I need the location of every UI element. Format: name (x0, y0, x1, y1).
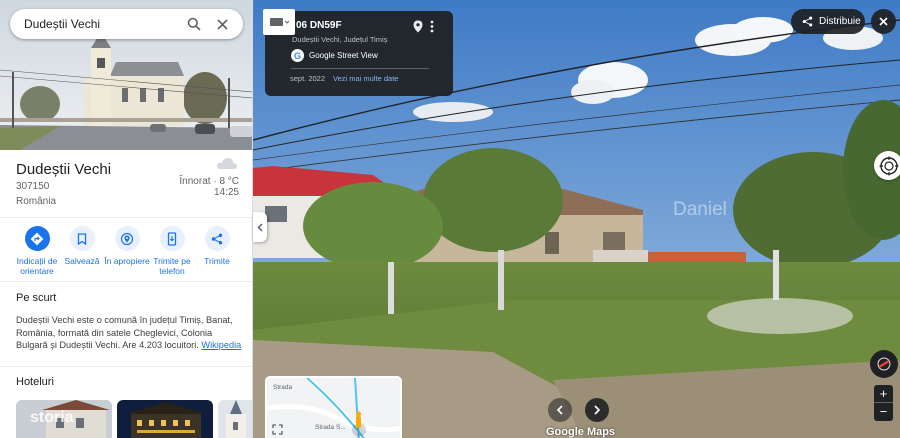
zoom-controls: + − (874, 385, 893, 421)
chevron-right-icon (594, 405, 601, 415)
keyboard-icon (270, 18, 289, 26)
action-bar: Indicații de orientare Salvează În aprop… (0, 217, 252, 282)
compass-button[interactable] (874, 151, 900, 180)
weather-condition: Înnorat (179, 176, 211, 187)
more-options-icon[interactable] (430, 20, 434, 36)
pegman-button[interactable] (870, 350, 898, 378)
share-place-button[interactable]: Trimite (191, 226, 243, 266)
previous-image-button[interactable] (548, 398, 572, 422)
hotels-section: Hoteluri storia (0, 367, 252, 438)
next-image-button[interactable] (585, 398, 609, 422)
hotel-card[interactable] (117, 400, 213, 438)
phone-icon (159, 226, 185, 251)
hotels-heading: Hoteluri (16, 376, 54, 388)
hotel-card[interactable]: storia (16, 400, 112, 438)
weather-info: Înnorat · 8 °C 14:25 (179, 176, 239, 198)
close-icon[interactable] (213, 15, 231, 33)
compass-icon (879, 156, 898, 175)
search-input[interactable] (24, 17, 174, 31)
overview-text: Dudeștii Vechi este o comună în județul … (16, 314, 244, 352)
road-name: 06 DN59F (296, 20, 342, 31)
close-icon (879, 17, 888, 26)
share-button[interactable]: Distribuie (791, 9, 865, 34)
location-subtitle: Dudeștii Vechi, Județul Timiș (292, 35, 388, 44)
bookmark-icon (69, 226, 95, 251)
pegman-icon (877, 357, 891, 371)
zoom-in-button[interactable]: + (874, 385, 893, 403)
weather-temperature: 8 °C (219, 176, 239, 187)
hotel-photo: storia (16, 400, 112, 438)
weather-time: 14:25 (213, 187, 239, 198)
place-header: Dudeștii Vechi 307150 România Înnorat · … (0, 150, 252, 217)
overview-heading: Pe scurt (16, 292, 57, 304)
overview-section: Pe scurt Dudeștii Vechi este o comună în… (0, 282, 252, 367)
wikipedia-link[interactable]: Wikipedia (201, 340, 241, 350)
hotel-watermark: storia (30, 409, 74, 426)
chevron-left-icon (257, 222, 263, 232)
hotel-photo (218, 400, 252, 438)
search-icon[interactable] (185, 15, 203, 33)
minimap-street-label: Strada (273, 384, 293, 391)
minimap-street-label: Strada S... (315, 424, 346, 431)
country-label: România (16, 196, 57, 207)
keyboard-shortcuts-button[interactable] (263, 9, 295, 35)
chevron-left-icon (556, 405, 563, 415)
hotel-card[interactable] (218, 400, 252, 438)
nearby-icon (114, 226, 140, 251)
directions-icon (24, 226, 50, 251)
imagery-source: G Google Street View (291, 49, 378, 62)
collapse-panel-button[interactable] (253, 212, 267, 242)
minimap[interactable]: Strada Strada S... (265, 376, 402, 438)
google-maps-logo: Google Maps (546, 426, 616, 438)
place-title: Dudeștii Vechi (16, 161, 112, 178)
search-box[interactable] (10, 9, 243, 39)
hotel-photo (117, 400, 213, 438)
photographer-watermark: Daniel (673, 199, 727, 220)
zoom-out-button[interactable]: − (874, 403, 893, 421)
postal-code: 307150 (16, 181, 50, 192)
cloud-icon (216, 155, 238, 174)
location-pin-icon[interactable] (413, 20, 423, 36)
share-icon (802, 16, 813, 27)
share-icon (204, 226, 230, 251)
expand-icon[interactable] (272, 424, 283, 438)
google-g-icon: G (291, 49, 304, 62)
divider (291, 68, 429, 69)
source-label: Google Street View (309, 51, 378, 60)
more-dates-link[interactable]: Vezi mai multe date (333, 74, 398, 83)
share-label: Distribuie (819, 16, 861, 27)
share-label: Trimite (204, 256, 230, 266)
close-street-view-button[interactable] (871, 9, 896, 34)
place-panel: Dudeștii Vechi 307150 România Înnorat · … (0, 0, 253, 438)
capture-date: sept. 2022 (290, 74, 326, 83)
